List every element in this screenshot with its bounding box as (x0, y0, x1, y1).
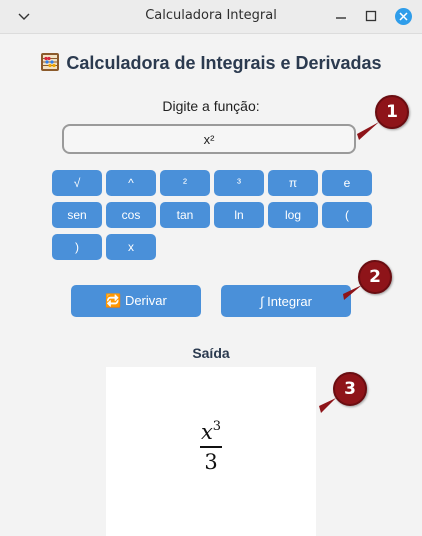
key-power[interactable]: ^ (106, 170, 156, 196)
callout-arrow-1 (357, 122, 379, 140)
result-denominator: 3 (204, 449, 218, 474)
app-title: Calculadora de Integrais e Derivadas (0, 52, 422, 74)
maximize-icon[interactable] (364, 8, 378, 24)
close-button[interactable] (395, 8, 412, 25)
key-sen[interactable]: sen (52, 202, 102, 228)
callout-arrow-3 (319, 398, 336, 413)
key-pi[interactable]: π (268, 170, 318, 196)
function-input[interactable] (62, 124, 356, 154)
key-squared[interactable]: ² (160, 170, 210, 196)
window-titlebar: Calculadora Integral (0, 0, 422, 34)
function-label: Digite a função: (162, 98, 260, 114)
key-tan[interactable]: tan (160, 202, 210, 228)
callout-arrow-2 (343, 285, 362, 300)
key-cubed[interactable]: ³ (214, 170, 264, 196)
output-panel: x3 3 (106, 367, 316, 536)
output-label: Saída (192, 345, 230, 361)
key-close-paren[interactable]: ) (52, 234, 102, 260)
minimize-icon[interactable] (334, 8, 348, 24)
integrar-button[interactable]: ∫ Integrar (221, 285, 351, 317)
key-x[interactable]: x (106, 234, 156, 260)
key-open-paren[interactable]: ( (322, 202, 372, 228)
numerator-exponent: 3 (212, 419, 222, 434)
app-title-text: Calculadora de Integrais e Derivadas (66, 53, 382, 73)
window-title: Calculadora Integral (145, 8, 277, 23)
result-fraction: x3 3 (106, 415, 316, 473)
result-numerator: x3 (106, 415, 316, 444)
close-icon (399, 12, 408, 21)
fraction-bar (200, 446, 222, 448)
derivar-button[interactable]: 🔁 Derivar (71, 285, 201, 317)
key-log[interactable]: log (268, 202, 318, 228)
abacus-icon (41, 53, 60, 71)
key-ln[interactable]: ln (214, 202, 264, 228)
numerator-variable: x (200, 420, 213, 444)
key-cos[interactable]: cos (106, 202, 156, 228)
key-e[interactable]: e (322, 170, 372, 196)
key-sqrt[interactable]: √ (52, 170, 102, 196)
